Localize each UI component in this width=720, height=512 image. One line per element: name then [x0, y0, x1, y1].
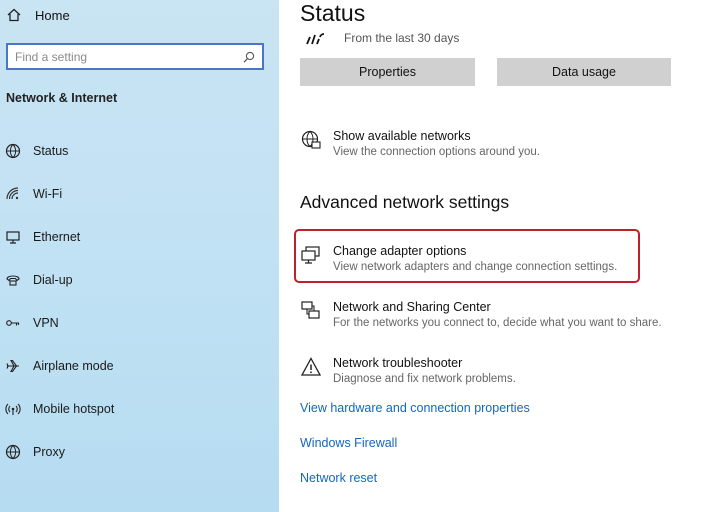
home-link[interactable]: Home [6, 4, 70, 26]
sidebar-item-label: VPN [33, 316, 59, 330]
sidebar-item-vpn[interactable]: VPN [5, 312, 59, 334]
sidebar-section-title: Network & Internet [6, 91, 118, 105]
windows-firewall-link[interactable]: Windows Firewall [300, 436, 397, 450]
sidebar-item-label: Wi-Fi [33, 187, 63, 201]
ethernet-icon [5, 229, 21, 245]
sidebar-item-label: Mobile hotspot [33, 402, 115, 416]
properties-button[interactable]: Properties [300, 58, 475, 86]
main-content: Status From the last 30 days Properties … [279, 0, 720, 512]
sidebar-item-status[interactable]: Status [5, 140, 68, 162]
page-title: Status [300, 0, 366, 26]
advanced-settings-heading: Advanced network settings [300, 192, 510, 212]
sidebar-item-label: Ethernet [33, 230, 81, 244]
sidebar-item-label: Status [33, 144, 69, 158]
option-title: Network troubleshooter [333, 356, 463, 370]
hotspot-icon [5, 401, 21, 417]
sidebar-item-ethernet[interactable]: Ethernet [5, 226, 80, 248]
network-troubleshooter-option[interactable]: Network troubleshooter Diagnose and fix … [300, 355, 516, 387]
option-title: Change adapter options [333, 244, 467, 258]
adapter-icon [300, 244, 322, 266]
sidebar-item-wifi[interactable]: Wi-Fi [5, 183, 62, 205]
search-input[interactable] [8, 45, 242, 68]
status-icon [5, 143, 21, 159]
sharing-center-icon [300, 300, 322, 322]
sidebar-item-mobile-hotspot[interactable]: Mobile hotspot [5, 398, 114, 420]
airplane-icon [5, 358, 21, 374]
search-icon[interactable] [242, 50, 256, 64]
change-adapter-options[interactable]: Change adapter options View network adap… [300, 243, 617, 275]
sidebar: Home Network & Internet Status Wi-Fi Eth… [0, 0, 279, 512]
view-hardware-properties-link[interactable]: View hardware and connection properties [300, 401, 530, 415]
usage-text: From the last 30 days [344, 31, 460, 45]
signal-icon [306, 33, 325, 45]
sidebar-item-airplane-mode[interactable]: Airplane mode [5, 355, 114, 377]
data-usage-button[interactable]: Data usage [497, 58, 671, 86]
sidebar-item-proxy[interactable]: Proxy [5, 441, 65, 463]
proxy-icon [5, 444, 21, 460]
sidebar-item-dialup[interactable]: Dial-up [5, 269, 73, 291]
option-description: Diagnose and fix network problems. [333, 373, 516, 385]
network-reset-link[interactable]: Network reset [300, 471, 377, 485]
globe-icon [300, 129, 322, 151]
vpn-icon [5, 315, 21, 331]
sidebar-item-label: Airplane mode [33, 359, 114, 373]
option-description: For the networks you connect to, decide … [333, 317, 662, 329]
search-box[interactable] [6, 43, 264, 70]
option-title: Network and Sharing Center [333, 300, 491, 314]
dialup-icon [5, 272, 21, 288]
data-usage-summary: From the last 30 days [304, 31, 459, 45]
show-available-networks-option[interactable]: Show available networks View the connect… [300, 128, 540, 160]
option-description: View the connection options around you. [333, 146, 540, 158]
sidebar-item-label: Proxy [33, 445, 65, 459]
wifi-icon [5, 186, 21, 202]
warning-icon [300, 356, 322, 378]
sidebar-item-label: Dial-up [33, 273, 73, 287]
option-title: Show available networks [333, 129, 471, 143]
home-icon [7, 8, 21, 22]
home-label: Home [35, 7, 70, 23]
network-sharing-center-option[interactable]: Network and Sharing Center For the netwo… [300, 299, 662, 331]
option-description: View network adapters and change connect… [333, 261, 618, 273]
